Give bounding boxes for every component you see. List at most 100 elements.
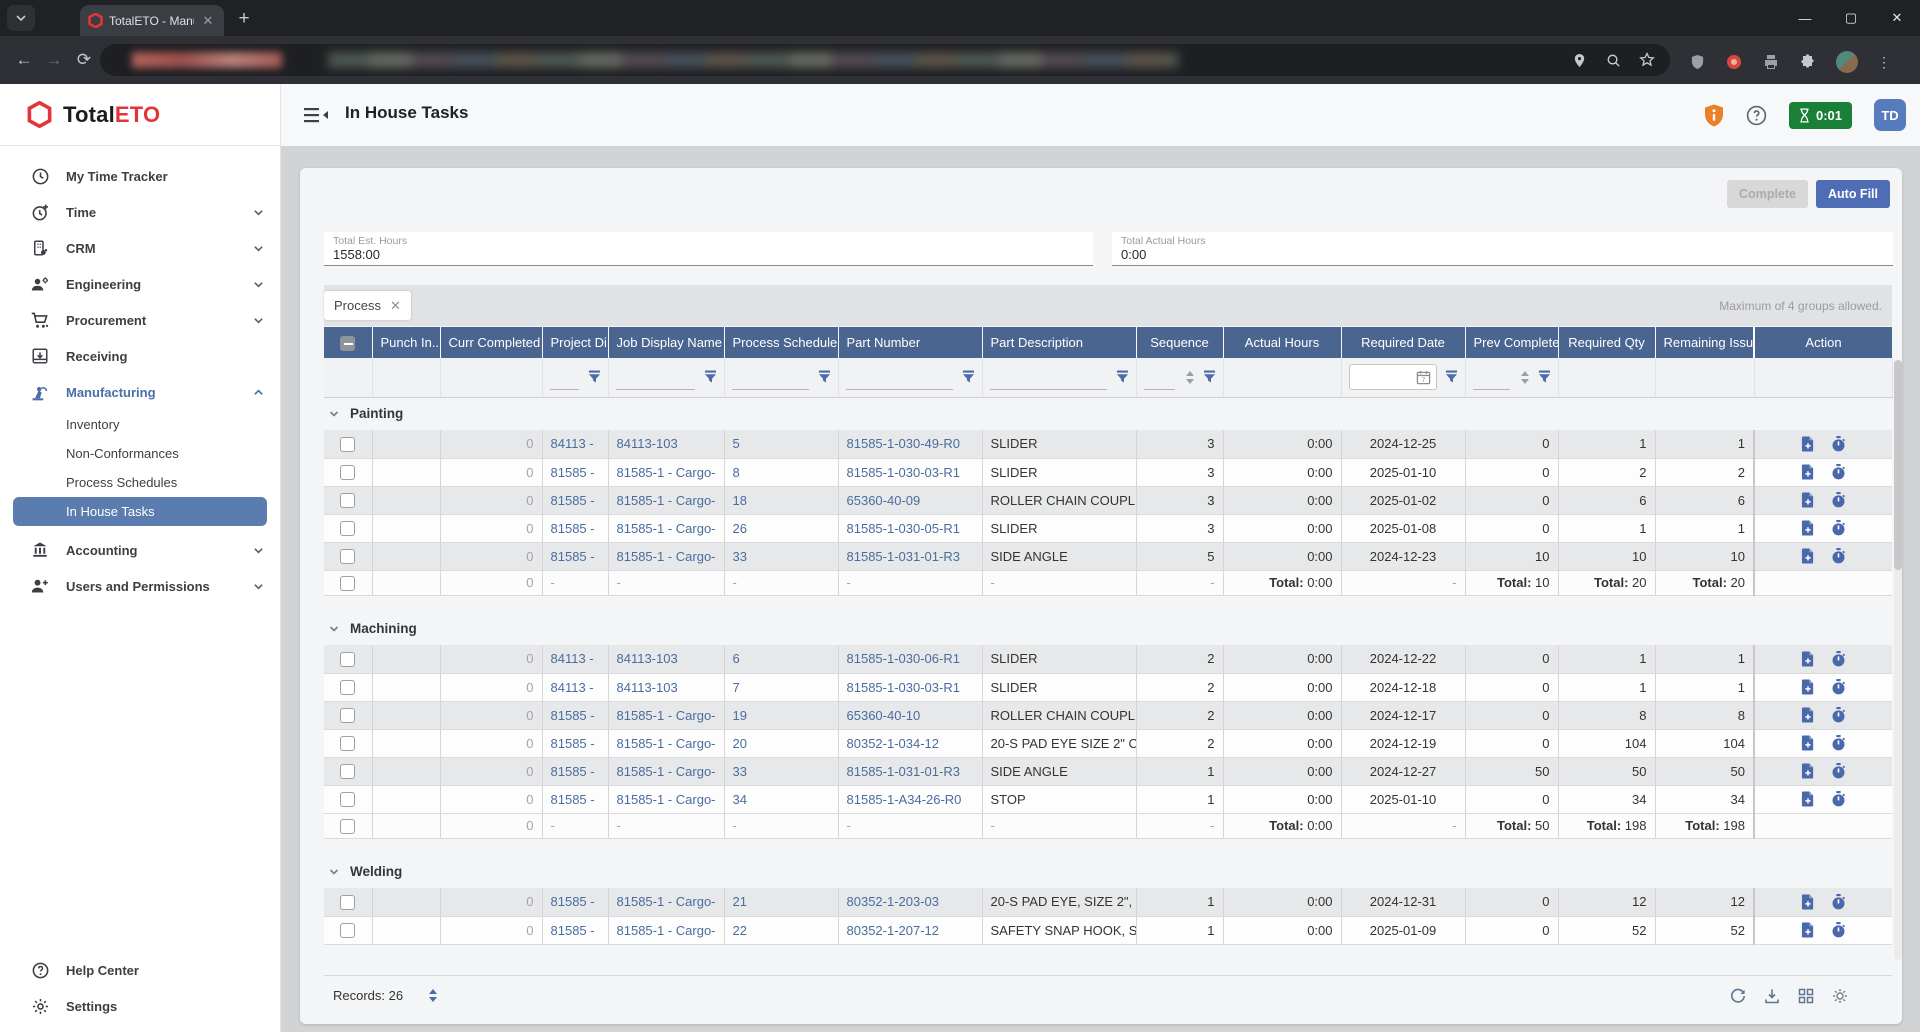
- job-link[interactable]: 81585-1 - Cargo-: [617, 493, 716, 508]
- column-header-actual[interactable]: Actual Hours: [1223, 327, 1341, 358]
- filter-icon[interactable]: [588, 370, 601, 384]
- row-checkbox[interactable]: [340, 708, 355, 723]
- filter-icon[interactable]: [818, 370, 831, 384]
- part-link[interactable]: 80352-1-203-03: [847, 894, 940, 909]
- add-document-icon[interactable]: [1801, 548, 1815, 564]
- browser-profile-avatar[interactable]: [1836, 51, 1858, 73]
- add-document-icon[interactable]: [1801, 735, 1815, 751]
- stopwatch-icon[interactable]: [1831, 894, 1846, 910]
- job-link[interactable]: 84113-103: [617, 436, 678, 451]
- filter-input-project[interactable]: [550, 373, 579, 390]
- project-link[interactable]: 81585 -: [551, 465, 595, 480]
- schedule-link[interactable]: 26: [733, 521, 747, 536]
- help-circle-icon[interactable]: [1746, 105, 1767, 126]
- job-link[interactable]: 81585-1 - Cargo-: [617, 549, 716, 564]
- grid-scrollbar[interactable]: [1894, 360, 1902, 960]
- filter-icon[interactable]: [1116, 370, 1129, 384]
- sidebar-item-engineering[interactable]: Engineering: [0, 266, 280, 302]
- task-row[interactable]: 081585 -81585-1 - Cargo-3381585-1-031-01…: [324, 757, 1892, 785]
- stopwatch-icon[interactable]: [1831, 735, 1846, 751]
- column-header-curr[interactable]: Curr Completed: [440, 327, 542, 358]
- extension-shield-icon[interactable]: [1688, 53, 1706, 71]
- row-checkbox[interactable]: [340, 923, 355, 938]
- app-logo[interactable]: TotalETO: [0, 84, 280, 146]
- address-bar[interactable]: [100, 44, 1670, 76]
- row-checkbox[interactable]: [340, 736, 355, 751]
- task-row[interactable]: 081585 -81585-1 - Cargo-2180352-1-203-03…: [324, 888, 1892, 916]
- grid-settings-gear-icon[interactable]: [1832, 988, 1848, 1004]
- new-tab-button[interactable]: +: [232, 8, 256, 32]
- menu-collapse-button[interactable]: [303, 103, 329, 127]
- add-document-icon[interactable]: [1801, 679, 1815, 695]
- project-link[interactable]: 84113 -: [551, 436, 594, 451]
- add-document-icon[interactable]: [1801, 763, 1815, 779]
- add-document-icon[interactable]: [1801, 492, 1815, 508]
- sidebar-item-accounting[interactable]: Accounting: [0, 532, 280, 568]
- project-link[interactable]: 81585 -: [551, 764, 595, 779]
- column-header-remain[interactable]: Remaining Issu: [1655, 327, 1754, 358]
- sidebar-item-inventory[interactable]: Inventory: [0, 410, 280, 439]
- sidebar-item-manufacturing[interactable]: Manufacturing: [0, 374, 280, 410]
- row-checkbox[interactable]: [340, 576, 355, 591]
- schedule-link[interactable]: 21: [733, 894, 747, 909]
- row-checkbox[interactable]: [340, 465, 355, 480]
- stopwatch-icon[interactable]: [1831, 707, 1846, 723]
- number-filter-spinner[interactable]: [1186, 371, 1194, 384]
- part-link[interactable]: 81585-1-030-03-R1: [847, 680, 960, 695]
- group-header-row[interactable]: Machining: [324, 612, 1892, 645]
- row-checkbox[interactable]: [340, 437, 355, 452]
- stopwatch-icon[interactable]: [1831, 763, 1846, 779]
- task-row[interactable]: 081585 -81585-1 - Cargo-1965360-40-10ROL…: [324, 701, 1892, 729]
- job-link[interactable]: 81585-1 - Cargo-: [617, 736, 716, 751]
- project-link[interactable]: 81585 -: [551, 521, 595, 536]
- forward-button[interactable]: →: [42, 48, 66, 72]
- project-link[interactable]: 81585 -: [551, 894, 595, 909]
- stopwatch-icon[interactable]: [1831, 436, 1846, 452]
- column-header-desc[interactable]: Part Description: [982, 327, 1136, 358]
- sidebar-item-process-schedules[interactable]: Process Schedules: [0, 468, 280, 497]
- stopwatch-icon[interactable]: [1831, 922, 1846, 938]
- records-spinner[interactable]: [429, 989, 437, 1002]
- group-header-row[interactable]: Painting: [324, 397, 1892, 430]
- schedule-link[interactable]: 6: [733, 651, 740, 666]
- schedule-link[interactable]: 20: [733, 736, 747, 751]
- column-header-action[interactable]: Action: [1754, 327, 1892, 358]
- filter-input-schedule[interactable]: [732, 373, 809, 390]
- extensions-puzzle-icon[interactable]: [1799, 53, 1817, 71]
- row-checkbox[interactable]: [340, 521, 355, 536]
- schedule-link[interactable]: 7: [733, 680, 740, 695]
- part-link[interactable]: 80352-1-207-12: [847, 923, 940, 938]
- window-close-button[interactable]: ✕: [1874, 0, 1920, 36]
- stopwatch-icon[interactable]: [1831, 464, 1846, 480]
- job-link[interactable]: 84113-103: [617, 680, 678, 695]
- back-button[interactable]: ←: [12, 48, 36, 72]
- timer-button[interactable]: 0:01: [1789, 102, 1852, 129]
- schedule-link[interactable]: 34: [733, 792, 747, 807]
- task-row[interactable]: 081585 -81585-1 - Cargo-2280352-1-207-12…: [324, 916, 1892, 944]
- browser-tab[interactable]: TotalETO - Manufacturing In Ho ✕: [80, 5, 224, 36]
- row-checkbox[interactable]: [340, 549, 355, 564]
- schedule-link[interactable]: 22: [733, 923, 747, 938]
- tab-close-icon[interactable]: ✕: [200, 13, 216, 29]
- task-row[interactable]: 081585 -81585-1 - Cargo-3381585-1-031-01…: [324, 542, 1892, 570]
- column-header-reqdate[interactable]: Required Date: [1341, 327, 1465, 358]
- column-chooser-grid-icon[interactable]: [1798, 988, 1814, 1004]
- task-row[interactable]: 081585 -81585-1 - Cargo-2681585-1-030-05…: [324, 514, 1892, 542]
- job-link[interactable]: 84113-103: [617, 651, 678, 666]
- column-header-part[interactable]: Part Number: [838, 327, 982, 358]
- group-header-row[interactable]: Welding: [324, 855, 1892, 888]
- schedule-link[interactable]: 33: [733, 549, 747, 564]
- row-checkbox[interactable]: [340, 792, 355, 807]
- stopwatch-icon[interactable]: [1831, 791, 1846, 807]
- column-header-reqqty[interactable]: Required Qty: [1558, 327, 1655, 358]
- job-link[interactable]: 81585-1 - Cargo-: [617, 521, 716, 536]
- sidebar-item-users-and-permissions[interactable]: Users and Permissions: [0, 568, 280, 604]
- sidebar-item-receiving[interactable]: Receiving: [0, 338, 280, 374]
- download-icon[interactable]: [1764, 988, 1780, 1004]
- project-link[interactable]: 81585 -: [551, 708, 595, 723]
- part-link[interactable]: 65360-40-09: [847, 493, 921, 508]
- total-actual-hours-field[interactable]: Total Actual Hours 0:00: [1112, 232, 1893, 266]
- part-link[interactable]: 81585-1-030-06-R1: [847, 651, 960, 666]
- stopwatch-icon[interactable]: [1831, 548, 1846, 564]
- schedule-link[interactable]: 18: [733, 493, 747, 508]
